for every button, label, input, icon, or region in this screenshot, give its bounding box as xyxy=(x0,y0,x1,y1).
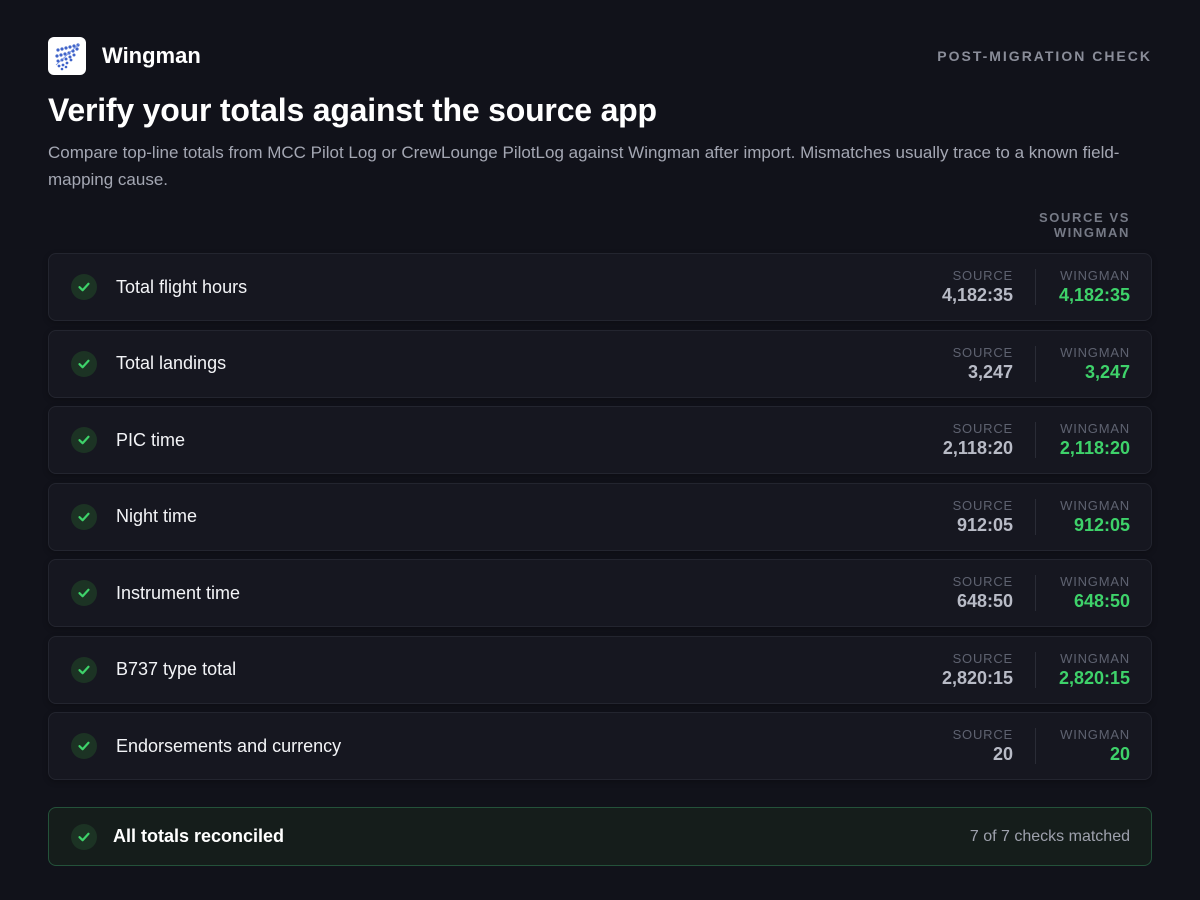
row-label: PIC time xyxy=(116,429,186,450)
row-values: SOURCE 912:05 WINGMAN 912:05 xyxy=(952,497,1130,535)
wingman-value-group: WINGMAN 2,820:15 xyxy=(1036,650,1130,688)
source-value: 4,182:35 xyxy=(941,285,1013,305)
page-eyebrow: POST-MIGRATION CHECK xyxy=(937,48,1152,64)
source-value: 2,820:15 xyxy=(941,667,1013,688)
source-value-group: SOURCE 648:50 xyxy=(953,575,1036,611)
source-label: SOURCE xyxy=(952,421,1013,436)
source-value-group: SOURCE 2,118:20 xyxy=(943,422,1036,458)
wingman-value-group: WINGMAN 648:50 xyxy=(1036,574,1130,612)
totals-list: Total flight hours SOURCE 4,182:35 WINGM… xyxy=(48,253,1152,789)
app-header: Wingman POST-MIGRATION CHECK xyxy=(48,36,1152,76)
row-label: Night time xyxy=(116,506,198,526)
wingman-value-group: WINGMAN 20 xyxy=(1036,727,1130,765)
summary-banner: All totals reconciled 7 of 7 checks matc… xyxy=(48,807,1152,866)
wingman-value-group: WINGMAN 912:05 xyxy=(1036,497,1130,535)
source-label: SOURCE xyxy=(952,268,1013,283)
total-row: Instrument time SOURCE 648:50 WINGMAN 64… xyxy=(48,559,1152,627)
source-label: SOURCE xyxy=(952,727,1013,742)
wingman-value: 4,182:35 xyxy=(1058,285,1130,305)
check-icon xyxy=(71,656,97,683)
row-label: Instrument time xyxy=(116,582,241,603)
source-label: SOURCE xyxy=(952,650,1013,666)
wingman-label: WINGMAN xyxy=(1060,497,1130,513)
check-icon xyxy=(71,503,97,530)
summary-title: All totals reconciled xyxy=(113,826,285,846)
row-values: SOURCE 4,182:35 WINGMAN 4,182:35 xyxy=(942,269,1130,305)
source-value-group: SOURCE 4,182:35 xyxy=(942,269,1036,305)
source-value-group: SOURCE 912:05 xyxy=(952,497,1036,535)
wingman-value: 20 xyxy=(1109,744,1130,764)
source-label: SOURCE xyxy=(952,344,1013,360)
row-values: SOURCE 648:50 WINGMAN 648:50 xyxy=(953,575,1130,611)
wingman-value: 912:05 xyxy=(1073,514,1130,535)
total-row: Night time SOURCE 912:05 WINGMAN 912:05 xyxy=(48,482,1152,551)
source-value-group: SOURCE 3,247 xyxy=(952,344,1036,382)
column-heading: SOURCE VS WINGMAN xyxy=(1039,210,1130,240)
source-value: 2,118:20 xyxy=(942,438,1013,458)
page-subtitle: Compare top-line totals from MCC Pilot L… xyxy=(48,143,1120,189)
wingman-value-group: WINGMAN 2,118:20 xyxy=(1036,421,1130,459)
wingman-label: WINGMAN xyxy=(1060,574,1130,589)
wingman-value-group: WINGMAN 3,247 xyxy=(1036,344,1130,382)
source-label: SOURCE xyxy=(952,497,1013,513)
row-values: SOURCE 3,247 WINGMAN 3,247 xyxy=(952,344,1130,382)
check-icon xyxy=(71,823,97,850)
wingman-label: WINGMAN xyxy=(1060,344,1130,360)
app-name: Wingman xyxy=(102,43,201,68)
source-value: 3,247 xyxy=(967,361,1013,382)
total-row: Total landings SOURCE 3,247 WINGMAN 3,24… xyxy=(48,329,1152,398)
check-icon xyxy=(71,733,97,759)
check-icon xyxy=(71,580,97,606)
check-icon xyxy=(71,427,97,453)
source-value: 20 xyxy=(992,744,1013,764)
wingman-value: 2,820:15 xyxy=(1058,667,1130,688)
check-icon xyxy=(71,274,97,300)
row-label: Total flight hours xyxy=(116,276,248,297)
wingman-value-group: WINGMAN 4,182:35 xyxy=(1036,268,1130,306)
wingman-value: 3,247 xyxy=(1084,361,1130,382)
brand: Wingman xyxy=(48,37,201,75)
source-value: 912:05 xyxy=(956,514,1013,535)
summary-count: 7 of 7 checks matched xyxy=(969,827,1130,845)
source-label: SOURCE xyxy=(952,574,1013,589)
wingman-logo-icon xyxy=(48,37,86,75)
row-values: SOURCE 2,118:20 WINGMAN 2,118:20 xyxy=(943,422,1130,458)
total-row: B737 type total SOURCE 2,820:15 WINGMAN … xyxy=(48,635,1152,704)
wingman-value: 2,118:20 xyxy=(1059,438,1130,458)
total-row: Total flight hours SOURCE 4,182:35 WINGM… xyxy=(48,253,1152,321)
page-title: Verify your totals against the source ap… xyxy=(48,92,657,128)
row-label: Total landings xyxy=(116,353,227,373)
wingman-value: 648:50 xyxy=(1073,591,1130,611)
row-values: SOURCE 2,820:15 WINGMAN 2,820:15 xyxy=(941,650,1130,688)
total-row: PIC time SOURCE 2,118:20 WINGMAN 2,118:2… xyxy=(48,406,1152,474)
source-value-group: SOURCE 2,820:15 xyxy=(941,650,1036,688)
row-label: B737 type total xyxy=(116,659,237,679)
total-row: Endorsements and currency SOURCE 20 WING… xyxy=(48,712,1152,780)
wingman-label: WINGMAN xyxy=(1060,650,1130,666)
row-label: Endorsements and currency xyxy=(116,735,342,756)
source-value: 648:50 xyxy=(956,591,1013,611)
source-value-group: SOURCE 20 xyxy=(953,728,1036,764)
row-values: SOURCE 20 WINGMAN 20 xyxy=(953,728,1130,764)
wingman-label: WINGMAN xyxy=(1060,727,1130,742)
wingman-label: WINGMAN xyxy=(1060,421,1130,436)
check-icon xyxy=(71,350,97,377)
wingman-label: WINGMAN xyxy=(1060,268,1130,283)
